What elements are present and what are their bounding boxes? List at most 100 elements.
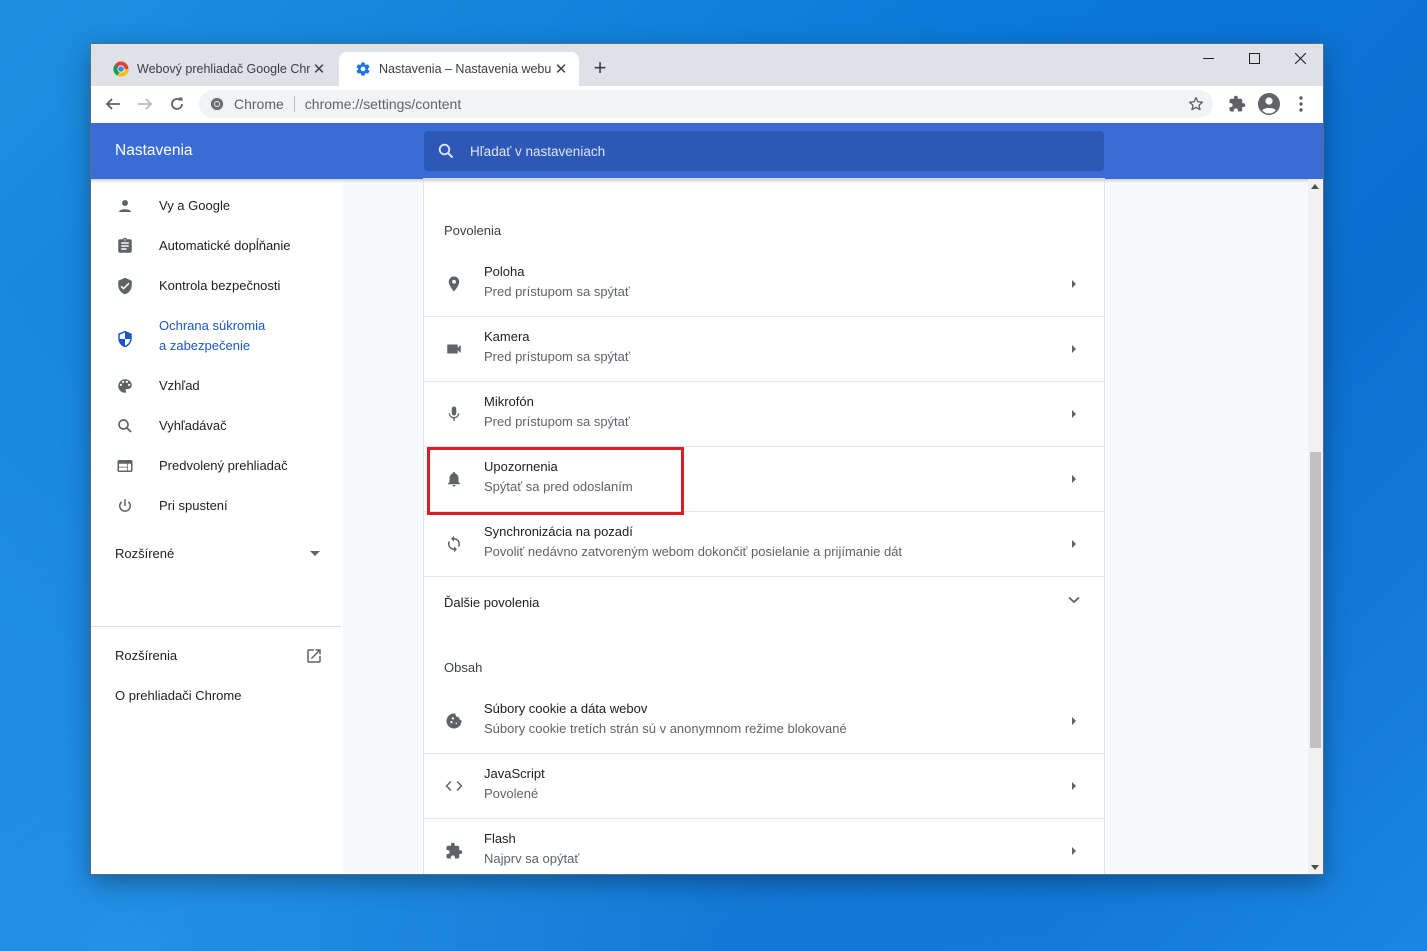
sidebar-divider bbox=[91, 626, 341, 627]
row-subtitle: Pred prístupom sa spýtať bbox=[484, 414, 630, 429]
chrome-site-icon bbox=[210, 97, 224, 111]
content-row-flash[interactable]: Flash Najprv sa opýtať bbox=[424, 819, 1104, 874]
maximize-icon bbox=[1248, 52, 1260, 64]
tab-settings[interactable]: Nastavenia – Nastavenia webu ✕ bbox=[339, 52, 579, 86]
sidebar-item-privacy-security[interactable]: Ochrana súkromia a zabezpečenie bbox=[91, 316, 343, 362]
tab-title: Nastavenia – Nastavenia webu bbox=[379, 62, 552, 76]
tab-close-icon[interactable]: ✕ bbox=[553, 60, 569, 78]
sidebar-item-safety-check[interactable]: Kontrola bezpečnosti bbox=[91, 276, 343, 306]
settings-header: Nastavenia Hľadať v nastaveniach bbox=[91, 123, 1323, 179]
site-chip: Chrome bbox=[234, 96, 284, 112]
arrow-right-icon bbox=[138, 98, 153, 110]
arrow-right-icon bbox=[1072, 345, 1076, 353]
maximize-button[interactable] bbox=[1231, 44, 1277, 72]
clipboard-icon bbox=[115, 236, 135, 256]
arrow-right-icon bbox=[1072, 847, 1076, 855]
sidebar-item-label: Vzhľad bbox=[159, 378, 200, 393]
back-button[interactable] bbox=[99, 92, 127, 116]
bookmark-star-icon[interactable] bbox=[1187, 95, 1205, 113]
scroll-down-icon[interactable] bbox=[1311, 865, 1319, 870]
sidebar-item-label: Automatické dopĺňanie bbox=[159, 238, 291, 253]
search-placeholder: Hľadať v nastaveniach bbox=[470, 143, 606, 159]
sidebar-item-autofill[interactable]: Automatické dopĺňanie bbox=[91, 236, 343, 266]
permissions-heading: Povolenia bbox=[444, 223, 502, 238]
tab-chrome-home[interactable]: Webový prehliadač Google Chrome ✕ bbox=[97, 52, 337, 86]
more-permissions-toggle[interactable]: Ďalšie povolenia bbox=[424, 577, 1104, 627]
chrome-logo-icon bbox=[113, 61, 129, 77]
sidebar-advanced-toggle[interactable]: Rozšírené bbox=[91, 544, 343, 574]
close-icon bbox=[1294, 52, 1306, 64]
sidebar-item-on-startup[interactable]: Pri spustení bbox=[91, 496, 343, 526]
browser-window-icon bbox=[115, 456, 135, 476]
sync-icon bbox=[444, 534, 464, 554]
row-title: Kamera bbox=[484, 329, 530, 344]
puzzle-icon bbox=[444, 841, 464, 861]
sidebar-item-extensions[interactable]: Rozšírenia bbox=[91, 646, 343, 676]
permission-row-camera[interactable]: Kamera Pred prístupom sa spýtať bbox=[424, 317, 1104, 382]
arrow-right-icon bbox=[1072, 782, 1076, 790]
minimize-icon bbox=[1202, 57, 1214, 59]
tab-close-icon[interactable]: ✕ bbox=[311, 60, 327, 78]
reload-icon bbox=[171, 97, 183, 110]
content-heading: Obsah bbox=[444, 660, 483, 675]
palette-icon bbox=[115, 376, 135, 396]
puzzle-icon bbox=[1229, 95, 1246, 112]
arrow-right-icon bbox=[1072, 475, 1076, 483]
row-subtitle: Pred prístupom sa spýtať bbox=[484, 349, 630, 364]
row-title: Poloha bbox=[484, 264, 525, 279]
tab-strip: Webový prehliadač Google Chrome ✕ Nastav… bbox=[91, 44, 1323, 86]
location-pin-icon bbox=[444, 274, 464, 294]
sidebar-advanced-label: Rozšírené bbox=[115, 546, 175, 561]
arrow-right-icon bbox=[1072, 540, 1076, 548]
sidebar-item-search-engine[interactable]: Vyhľadávač bbox=[91, 416, 343, 446]
site-settings-card: Povolenia Poloha Pred prístupom sa spýta… bbox=[424, 179, 1104, 874]
profile-button[interactable] bbox=[1255, 92, 1283, 116]
extensions-button[interactable] bbox=[1223, 92, 1251, 116]
content-row-javascript[interactable]: JavaScript Povolené bbox=[424, 754, 1104, 819]
search-icon bbox=[115, 416, 135, 436]
address-bar[interactable]: Chrome chrome://settings/content bbox=[199, 90, 1213, 118]
page-scrollbar[interactable] bbox=[1308, 179, 1323, 874]
gear-icon bbox=[356, 62, 370, 76]
omnibox-separator bbox=[293, 96, 295, 112]
person-icon bbox=[115, 196, 135, 216]
scrollbar-thumb[interactable] bbox=[1310, 452, 1321, 748]
row-subtitle: Povoliť nedávno zatvoreným webom dokonči… bbox=[484, 544, 903, 559]
camera-icon bbox=[444, 339, 464, 359]
sidebar-item-label: Pri spustení bbox=[159, 498, 228, 513]
content-row-cookies[interactable]: Súbory cookie a dáta webov Súbory cookie… bbox=[424, 689, 1104, 754]
minimize-button[interactable] bbox=[1185, 44, 1231, 72]
settings-search-input[interactable]: Hľadať v nastaveniach bbox=[424, 131, 1104, 171]
shield-icon bbox=[115, 329, 135, 349]
menu-button[interactable] bbox=[1287, 92, 1315, 116]
browser-toolbar: Chrome chrome://settings/content bbox=[91, 86, 1323, 124]
permission-row-microphone[interactable]: Mikrofón Pred prístupom sa spýtať bbox=[424, 382, 1104, 447]
dropdown-arrow-icon bbox=[310, 551, 320, 556]
forward-button[interactable] bbox=[131, 92, 159, 116]
row-subtitle: Pred prístupom sa spýtať bbox=[484, 284, 630, 299]
row-subtitle: Najprv sa opýtať bbox=[484, 851, 580, 866]
sidebar-item-you-and-google[interactable]: Vy a Google bbox=[91, 196, 343, 226]
account-circle-icon bbox=[1258, 93, 1280, 115]
reload-button[interactable] bbox=[163, 92, 191, 116]
row-title: Synchronizácia na pozadí bbox=[484, 524, 633, 539]
more-vert-icon bbox=[1299, 96, 1303, 112]
scroll-up-icon[interactable] bbox=[1311, 184, 1319, 189]
url-text[interactable]: chrome://settings/content bbox=[305, 96, 461, 112]
sidebar-item-default-browser[interactable]: Predvolený prehliadač bbox=[91, 456, 343, 486]
sidebar: Vy a Google Automatické dopĺňanie Kontro… bbox=[91, 179, 343, 874]
sidebar-item-label: O prehliadači Chrome bbox=[115, 688, 242, 703]
sidebar-item-about-chrome[interactable]: O prehliadači Chrome bbox=[91, 686, 343, 716]
arrow-left-icon bbox=[105, 98, 120, 110]
permission-row-background-sync[interactable]: Synchronizácia na pozadí Povoliť nedávno… bbox=[424, 512, 1104, 577]
power-icon bbox=[115, 496, 135, 516]
row-title: JavaScript bbox=[484, 766, 545, 781]
sidebar-item-appearance[interactable]: Vzhľad bbox=[91, 376, 343, 406]
sidebar-item-label: Rozšírenia bbox=[115, 648, 178, 663]
cookie-icon bbox=[444, 711, 464, 731]
close-window-button[interactable] bbox=[1277, 44, 1323, 72]
arrow-right-icon bbox=[1072, 410, 1076, 418]
permission-row-location[interactable]: Poloha Pred prístupom sa spýtať bbox=[424, 252, 1104, 317]
sidebar-item-label-line2: a zabezpečenie bbox=[159, 338, 251, 353]
new-tab-button[interactable]: + bbox=[589, 57, 611, 80]
